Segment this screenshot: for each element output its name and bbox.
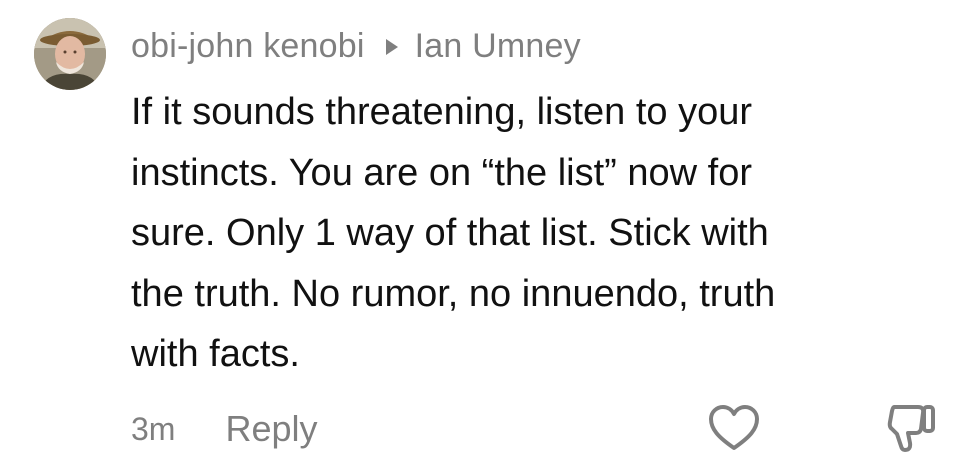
comment-item: obi-john kenobi Ian Umney If it sounds t… — [0, 0, 973, 462]
like-button[interactable] — [708, 404, 760, 452]
reply-button[interactable]: Reply — [225, 408, 317, 450]
thumbs-down-icon — [887, 405, 935, 452]
comment-footer: 3m Reply — [131, 404, 318, 454]
reply-to-name[interactable]: Ian Umney — [415, 27, 581, 66]
timestamp: 3m — [131, 410, 176, 447]
heart-outline-icon — [709, 405, 759, 450]
dislike-button[interactable] — [886, 401, 938, 455]
comment-text: If it sounds threatening, listen to your… — [131, 91, 776, 375]
comment-header: obi-john kenobi Ian Umney — [131, 24, 581, 68]
avatar[interactable] — [34, 18, 106, 90]
caret-right-icon — [385, 39, 398, 55]
author-name[interactable]: obi-john kenobi — [131, 27, 365, 66]
avatar-image — [34, 18, 106, 90]
